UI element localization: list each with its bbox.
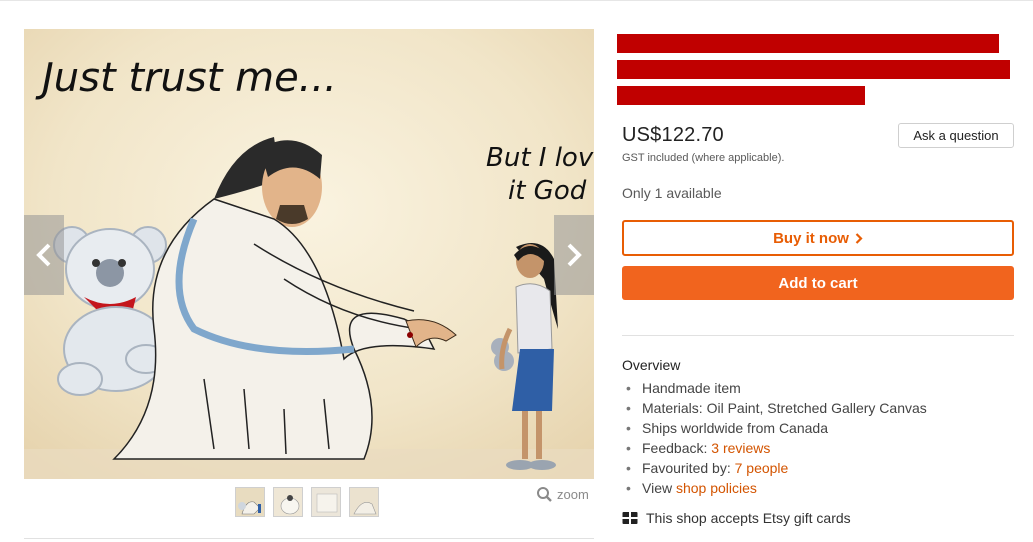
overview-item-materials: • Materials: Oil Paint, Stretched Gallery… — [626, 400, 927, 416]
gift-card-text: This shop accepts Etsy gift cards — [646, 510, 851, 526]
thumbnail-2[interactable] — [273, 487, 303, 517]
zoom-label: zoom — [557, 487, 589, 502]
thumbnail-1[interactable] — [235, 487, 265, 517]
next-image-button[interactable] — [554, 215, 594, 295]
previous-image-button[interactable] — [24, 215, 64, 295]
redacted-title-line-3 — [617, 86, 865, 105]
redacted-title-line-1 — [617, 34, 999, 53]
overview-list: • Handmade item • Materials: Oil Paint, St… — [626, 378, 927, 498]
overview-item-shipping: • Ships worldwide from Canada — [626, 420, 828, 436]
buy-now-label: Buy it now — [773, 229, 849, 247]
overview-item-policies: • View shop policies — [626, 480, 757, 496]
top-divider — [0, 0, 1033, 1]
listing-price: US$122.70 — [622, 124, 724, 146]
shop-policies-link[interactable]: shop policies — [676, 480, 757, 496]
chevron-left-icon — [36, 243, 51, 267]
overview-title: Overview — [622, 357, 681, 373]
gift-card-note: This shop accepts Etsy gift cards — [622, 510, 851, 526]
chevron-right-icon — [567, 243, 582, 267]
tax-note: GST included (where applicable). — [622, 152, 785, 164]
reviews-link[interactable]: 3 reviews — [711, 440, 770, 456]
availability-text: Only 1 available — [622, 185, 722, 201]
gift-card-icon — [622, 512, 638, 524]
chevron-right-small-icon — [855, 232, 863, 244]
thumbnail-4[interactable] — [349, 487, 379, 517]
zoom-button[interactable]: zoom — [536, 486, 589, 503]
overview-item-favourited: • Favourited by: 7 people — [626, 460, 789, 476]
favourited-people-link[interactable]: 7 people — [735, 460, 789, 476]
zoom-icon — [537, 487, 552, 502]
redacted-title-line-2 — [617, 60, 1010, 79]
listing-image-gallery: Just trust me... But I love it God — [24, 29, 594, 479]
painting-caption-side-line2: it God — [508, 176, 587, 206]
overview-item-handmade: • Handmade item — [626, 380, 741, 396]
thumbnail-3[interactable] — [311, 487, 341, 517]
ask-question-button[interactable]: Ask a question — [898, 123, 1014, 148]
add-to-cart-button[interactable]: Add to cart — [622, 266, 1014, 300]
gallery-divider — [24, 538, 594, 539]
thumbnail-strip — [235, 487, 379, 517]
overview-item-feedback: • Feedback: 3 reviews — [626, 440, 771, 456]
painting-caption-main: Just trust me... — [35, 55, 337, 101]
buy-now-button[interactable]: Buy it now — [622, 220, 1014, 256]
listing-main-image[interactable]: Just trust me... But I love it God — [24, 29, 594, 479]
section-divider — [622, 335, 1014, 336]
painting-caption-side-line1: But I love — [486, 143, 594, 173]
